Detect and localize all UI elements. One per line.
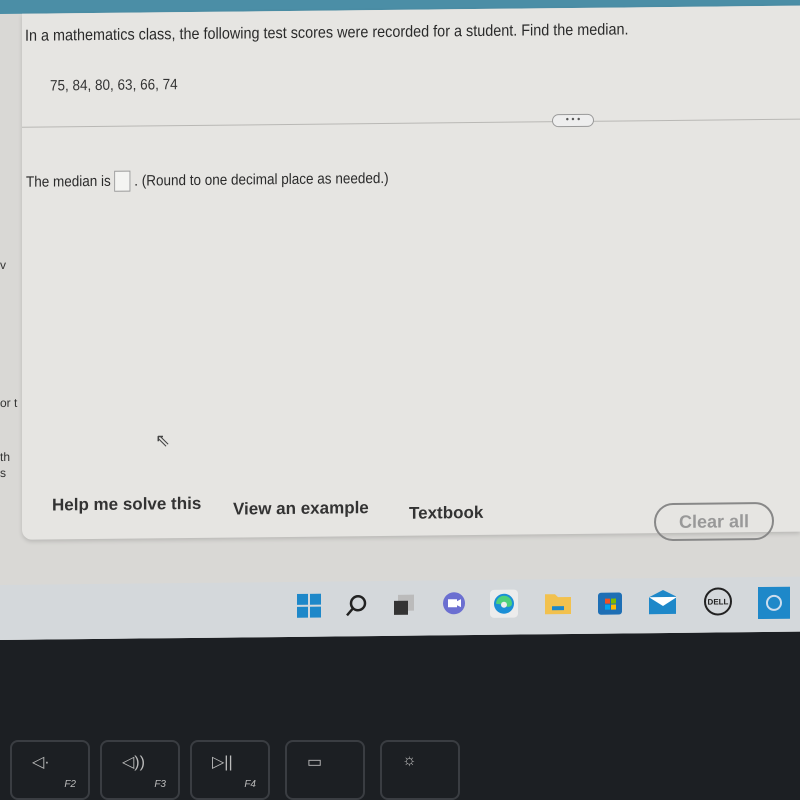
more-button[interactable]: • • • xyxy=(552,113,594,128)
view-example-button[interactable]: View an example xyxy=(233,498,369,519)
answer-prefix: The median is xyxy=(26,172,111,191)
test-scores: 75, 84, 80, 63, 66, 74 xyxy=(50,76,178,95)
key-label: F4 xyxy=(244,779,256,790)
sidebar-fragment: or t xyxy=(0,395,18,410)
teams-chat-icon[interactable] xyxy=(440,590,468,618)
play-pause-icon: ▷|| xyxy=(212,754,233,771)
key-f4[interactable]: ▷|| F4 xyxy=(190,740,270,800)
clear-all-button[interactable]: Clear all xyxy=(654,501,774,542)
windows-start-icon[interactable] xyxy=(295,592,323,620)
question-panel: In a mathematics class, the following te… xyxy=(22,5,800,542)
cortana-icon[interactable] xyxy=(758,586,790,620)
sidebar-fragment: th xyxy=(0,449,11,464)
textbook-button[interactable]: Textbook xyxy=(409,503,483,524)
key-label: F3 xyxy=(154,779,166,790)
edge-icon[interactable] xyxy=(490,589,518,618)
volume-up-icon: ◁)) xyxy=(122,754,145,771)
key-f3[interactable]: ◁)) F3 xyxy=(100,740,180,800)
brightness-icon: ☼ xyxy=(402,752,417,769)
screen: v or t th s In a mathematics class, the … xyxy=(0,0,800,640)
keyboard-function-row: ◁· F2 ◁)) F3 ▷|| F4 ▭ ☼ xyxy=(0,740,800,800)
help-me-solve-button[interactable]: Help me solve this xyxy=(52,494,201,516)
question-prompt: In a mathematics class, the following te… xyxy=(25,21,629,45)
store-icon[interactable] xyxy=(596,588,624,616)
dell-icon[interactable]: DELL xyxy=(704,587,732,616)
file-explorer-icon[interactable] xyxy=(544,589,572,617)
median-answer-input[interactable] xyxy=(114,170,131,192)
answer-suffix: . (Round to one decimal place as needed.… xyxy=(134,169,389,190)
key-f2[interactable]: ◁· F2 xyxy=(10,740,90,800)
taskbar: DELL xyxy=(0,576,800,640)
key-f5[interactable]: ▭ xyxy=(285,740,365,800)
mouse-pointer-icon: ⇖ xyxy=(155,430,171,451)
key-label: F2 xyxy=(64,779,76,790)
search-icon[interactable] xyxy=(342,591,370,619)
task-view-icon[interactable] xyxy=(390,591,418,619)
answer-row: The median is . (Round to one decimal pl… xyxy=(26,168,389,193)
mail-icon[interactable] xyxy=(648,588,676,616)
sidebar-fragment: v xyxy=(0,257,6,272)
mute-icon: ◁· xyxy=(32,754,50,771)
keyboard-backlight-icon: ▭ xyxy=(307,754,323,771)
divider xyxy=(22,118,800,128)
sidebar-fragment: s xyxy=(0,465,6,480)
key-f6[interactable]: ☼ xyxy=(380,740,460,800)
